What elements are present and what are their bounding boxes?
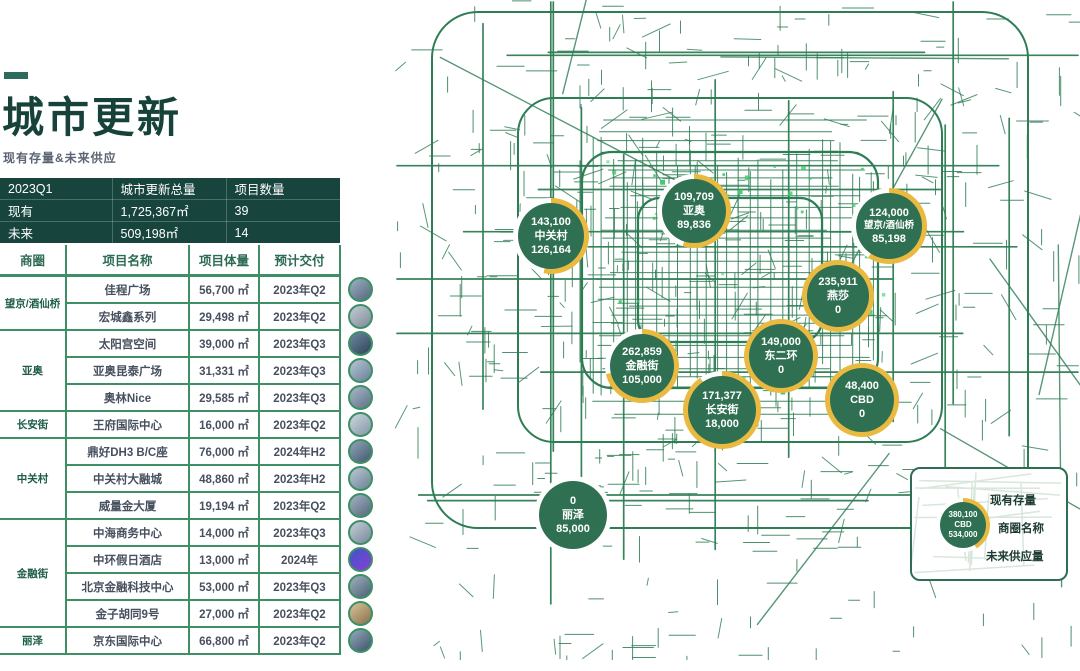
bubble-future-value: 0 (778, 363, 784, 377)
bubble-district-name: 长安街 (706, 403, 739, 417)
bubble-district-name: 亚奥 (683, 204, 705, 218)
bubble-existing-value: 171,377 (702, 389, 742, 403)
bubble-body: 149,000东二环0 (749, 324, 813, 388)
bubble-future-value: 85,198 (872, 232, 906, 246)
bubble-body: 171,377长安街18,000 (688, 376, 756, 444)
legend-label-district-name: 商圈名称 (998, 520, 1044, 536)
bubble-district-name: CBD (850, 393, 874, 407)
bubble-existing-value: 149,000 (761, 335, 801, 349)
district-bubble: 0丽泽85,000 (534, 476, 612, 554)
bubble-body: 262,859金融街105,000 (610, 334, 674, 398)
bubble-existing-value: 0 (570, 494, 576, 508)
bubble-existing-value: 109,709 (674, 190, 714, 204)
bubble-body: 48,400CBD0 (830, 368, 894, 432)
bubble-existing-value: 235,911 (818, 275, 857, 289)
bubble-body: 143,100中关村126,164 (518, 203, 584, 269)
bubble-district-name: 东二环 (765, 349, 798, 363)
bubble-body: 235,911燕莎0 (807, 265, 869, 327)
bubble-existing-value: 48,400 (845, 379, 879, 393)
district-bubble: 143,100中关村126,164 (513, 198, 589, 274)
bubble-body: 109,709亚奥89,836 (662, 179, 726, 243)
bubble-future-value: 105,000 (622, 373, 662, 387)
district-bubble: 109,709亚奥89,836 (657, 174, 731, 248)
bubble-district-name: 燕莎 (827, 289, 849, 303)
bubble-future-value: 0 (859, 407, 865, 421)
bubble-future-value: 534,000 (949, 530, 978, 540)
district-bubble: 48,400CBD0 (825, 363, 899, 437)
district-bubble: 171,377长安街18,000 (683, 371, 761, 449)
bubble-district-name: 金融街 (626, 359, 659, 373)
bubble-existing-value: 124,000 (869, 206, 909, 220)
district-bubble: 149,000东二环0 (744, 319, 818, 393)
bubble-future-value: 85,000 (556, 522, 590, 536)
bubble-body: 0丽泽85,000 (539, 481, 607, 549)
legend-label-existing: 现有存量 (990, 492, 1036, 508)
bubble-future-value: 18,000 (705, 417, 739, 431)
bubble-body: 380,100CBD534,000 (940, 502, 986, 548)
bubble-existing-value: 380,100 (949, 510, 978, 520)
bubble-body: 124,000望京/酒仙桥85,198 (856, 193, 922, 259)
bubble-district-name: 中关村 (535, 229, 568, 243)
district-bubble: 235,911燕莎0 (802, 260, 874, 332)
bubble-existing-value: 143,100 (531, 215, 571, 229)
district-bubble: 124,000望京/酒仙桥85,198 (851, 188, 927, 264)
legend-label-future: 未来供应量 (986, 548, 1044, 564)
bubble-district-name: 望京/酒仙桥 (864, 220, 914, 232)
bubble-future-value: 89,836 (677, 218, 711, 232)
bubble-district-name: 丽泽 (562, 508, 584, 522)
map-legend: 现有存量 商圈名称 未来供应量 380,100CBD534,000 (910, 467, 1068, 581)
report-page: 城市更新 现有存量&未来供应 2023Q1城市更新总量项目数量现有1,725,3… (0, 0, 1080, 671)
bubble-existing-value: 262,859 (622, 345, 662, 359)
bubble-future-value: 126,164 (531, 243, 571, 257)
bubble-district-name: CBD (954, 520, 971, 530)
district-bubble: 262,859金融街105,000 (605, 329, 679, 403)
district-bubble: 380,100CBD534,000 (936, 498, 990, 552)
bubble-future-value: 0 (835, 303, 841, 317)
